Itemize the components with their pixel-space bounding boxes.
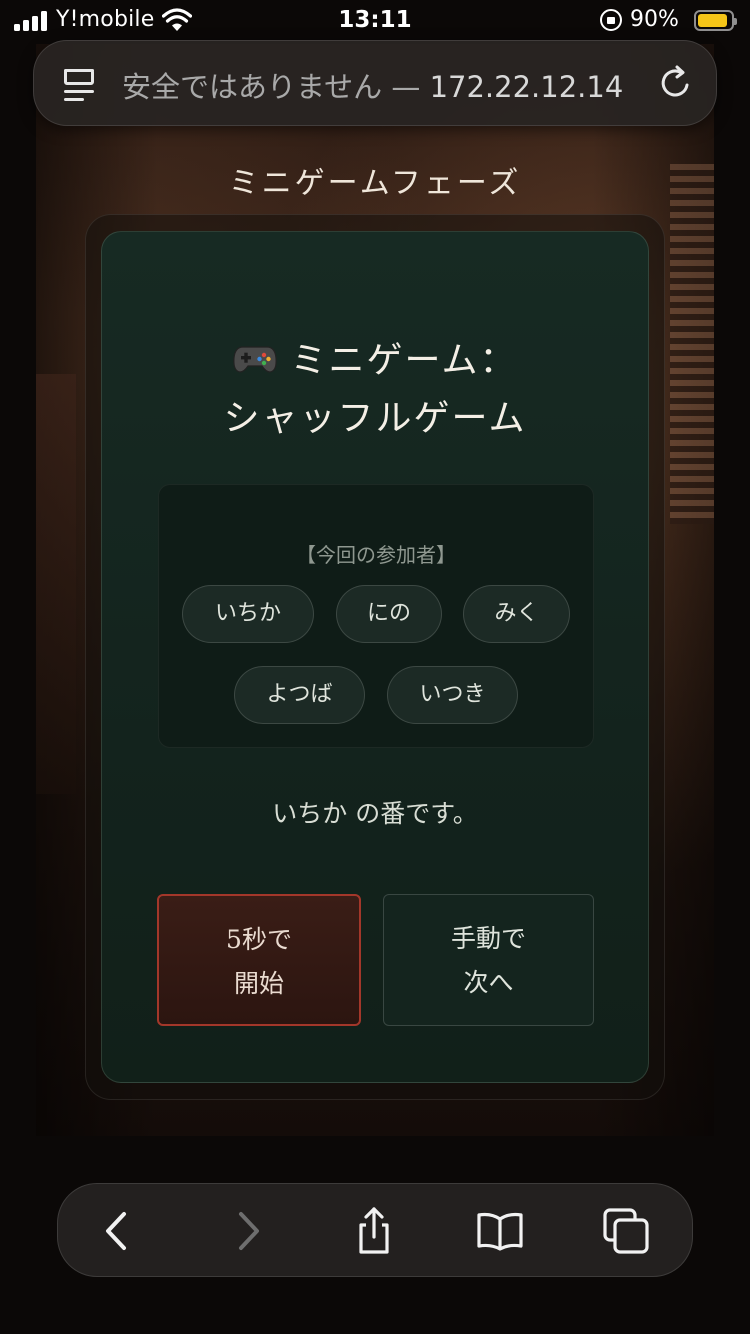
gamepad-icon <box>232 334 277 373</box>
battery-icon <box>694 10 737 31</box>
game-card-frame: ミニゲーム： シャッフルゲーム 【今回の参加者】 いちか にの みく よつば い… <box>85 214 665 1100</box>
participants-label: 【今回の参加者】 <box>296 543 456 567</box>
tabs-icon[interactable] <box>601 1206 651 1256</box>
battery-percent: 90% <box>630 7 679 32</box>
participant-chip: にの <box>336 585 442 643</box>
manual-next-label-line1: 手動で <box>450 924 526 953</box>
page-menu-icon[interactable] <box>64 67 96 101</box>
share-icon[interactable] <box>349 1206 399 1256</box>
status-bar: Y!mobile 13:11 90% <box>0 0 750 42</box>
browser-toolbar <box>57 1183 693 1277</box>
participant-chip: よつば <box>234 666 365 724</box>
phase-title: ミニゲームフェーズ <box>228 166 522 201</box>
manual-next-label-line2: 次へ <box>463 968 514 997</box>
security-warning: 安全ではありません <box>122 70 383 104</box>
address-bar[interactable]: 安全ではありません — 172.22.12.14 <box>33 40 717 126</box>
minigame-title-line1: ミニゲーム： <box>290 340 518 381</box>
minigame-title-line2: シャッフルゲーム <box>223 398 527 439</box>
participant-chip: いつき <box>387 666 518 724</box>
participants-box: 【今回の参加者】 いちか にの みく よつば いつき <box>158 484 594 748</box>
web-content: ミニゲームフェーズ ミニゲーム： シャッフルゲーム 【今回の参加者】 いちか に… <box>36 44 714 1136</box>
participant-chip: みく <box>463 585 570 643</box>
turn-indicator: いちか の番です。 <box>272 799 478 828</box>
auto-start-button[interactable]: 5秒で 開始 <box>157 894 361 1026</box>
forward-icon[interactable] <box>223 1206 273 1256</box>
url-separator: — <box>382 70 430 104</box>
orientation-lock-icon <box>600 9 622 31</box>
background-shelf <box>36 374 76 794</box>
participant-chip: いちか <box>182 585 314 643</box>
manual-next-button[interactable]: 手動で 次へ <box>383 894 594 1026</box>
auto-start-label-line1: 5秒で <box>226 925 292 954</box>
url-text[interactable]: 安全ではありません — 172.22.12.14 <box>122 64 623 106</box>
auto-start-label-line2: 開始 <box>233 969 284 998</box>
background-window-blinds <box>670 164 714 524</box>
reload-icon[interactable] <box>656 63 696 103</box>
minigame-title: ミニゲーム： シャッフルゲーム <box>102 332 648 448</box>
url-host: 172.22.12.14 <box>429 70 624 104</box>
bookmarks-icon[interactable] <box>475 1206 525 1256</box>
back-icon[interactable] <box>92 1206 142 1256</box>
minigame-panel: ミニゲーム： シャッフルゲーム 【今回の参加者】 いちか にの みく よつば い… <box>101 231 649 1083</box>
battery-level <box>698 14 727 27</box>
